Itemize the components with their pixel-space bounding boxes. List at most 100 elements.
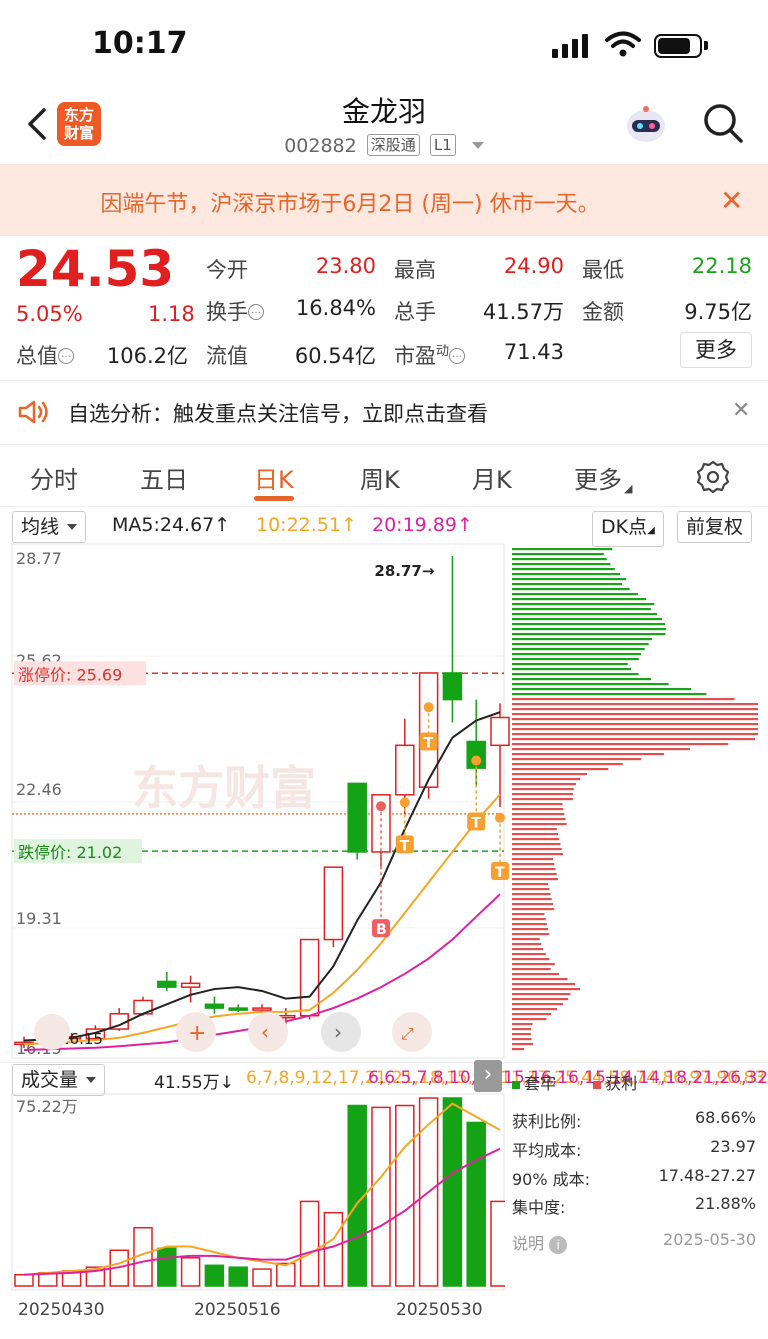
chip-bar [512,643,649,646]
battery-tip [704,41,708,50]
turnover-label: 换手… [206,296,264,326]
speaker-icon [18,400,48,424]
volume-bar [395,1104,415,1287]
chip-bar [512,938,540,941]
date-label: 20250430 [18,1300,105,1320]
tab-daily-k[interactable]: 日K [254,460,294,495]
chip-distribution-chart [512,548,758,1051]
chip-bar [512,1038,532,1041]
expand-panel-button[interactable]: › [474,1060,502,1092]
more-quote-button[interactable]: 更多 [680,332,752,368]
last-price: 24.53 [16,240,175,298]
chevron-down-icon[interactable] [471,142,484,149]
info-icon[interactable]: … [449,348,466,364]
legend-swatch-profit [593,1081,602,1089]
volume-bar [299,1200,320,1287]
corner-triangle-icon: ◢ [624,482,633,495]
legend-swatch-trapped [512,1081,520,1089]
chip-bar [512,743,729,746]
gear-icon[interactable] [694,458,732,496]
volume-bar [157,1247,177,1287]
tab-intraday[interactable]: 分时 [30,460,78,495]
chip-bar [512,1048,525,1051]
close-icon[interactable]: ✕ [732,398,750,423]
chip-bar [512,913,545,916]
chip-bar [512,548,613,551]
chip-bar [512,573,620,576]
chip-bar [512,883,549,886]
float-value: 60.54亿 [294,344,376,368]
chip-bar [512,943,542,946]
chevron-left-icon: ‹ [261,1020,269,1044]
adjust-mode-button[interactable]: 前复权 [677,511,753,543]
divider [0,380,768,381]
chip-bar [512,703,758,706]
voice-button[interactable] [34,1014,70,1050]
chip-bar [512,823,567,826]
low-value: 22.18 [691,254,752,278]
chip-bar [512,903,554,906]
high-value: 24.90 [503,254,564,278]
close-icon[interactable]: ✕ [720,184,743,217]
chip-bar [512,583,623,586]
ma10-readout: 10:22.51↑ [256,514,357,536]
ma5-readout: MA5:24.67↑ [112,514,231,536]
chip-bar [512,893,551,896]
info-icon[interactable]: … [248,304,264,320]
high-marker: 28.77→ [374,562,434,580]
avg-cost-value: 23.97 [710,1137,756,1156]
chip-bar [512,763,623,766]
chip-date: 2025-05-30 [663,1230,756,1249]
chip-bar [512,783,576,786]
chip-bar [512,698,735,701]
chip-bar [512,928,549,931]
legend-profit: 获利 [605,1074,638,1093]
stock-code: 002882 [284,135,357,157]
chip-bar [512,553,604,556]
chip-bar [512,793,573,796]
divider [0,1062,768,1063]
watermark: 东方财富 [132,761,316,815]
volume-label: 总手 [394,300,436,324]
chip-help[interactable]: 说明 i [512,1230,568,1254]
chip-bar [512,768,609,771]
battery-icon [654,34,702,58]
candle [490,716,510,747]
analysis-alert-text[interactable]: 自选分析：触发重点关注信号，立即点击查看 [68,398,488,428]
chip-bar [512,978,568,981]
chip-bar [512,998,569,1001]
chip-bar [512,953,546,956]
chip-bar [512,993,571,996]
search-icon[interactable] [700,100,746,146]
concentration-label: 集中度: [512,1198,566,1217]
chip-bar [512,878,558,881]
mcap-value: 106.2亿 [106,344,188,368]
chip-bar [512,1003,564,1006]
info-icon[interactable]: … [58,348,74,364]
cellular-signal-icon [552,34,588,58]
tab-weekly-k[interactable]: 周K [360,460,400,495]
level-tag: L1 [429,134,456,156]
amount-label: 金额 [582,300,624,324]
candle [228,1007,248,1011]
plus-icon: + [188,1021,206,1046]
chevron-down-icon [67,524,78,530]
t-signal-label: T [400,838,410,854]
chip-bar [512,663,628,666]
date-label: 20250516 [194,1300,281,1320]
robot-icon[interactable] [624,104,668,144]
chip-bar [512,838,560,841]
indicator-select[interactable]: 均线 [12,511,87,543]
chip-bar [512,653,642,656]
tab-five-day[interactable]: 五日 [140,460,188,495]
volume-y-max: 75.22万 [16,1097,78,1116]
info-icon: i [549,1236,568,1254]
volume-bar [228,1266,248,1287]
tab-more[interactable]: 更多 ◢ [574,460,632,495]
tab-monthly-k[interactable]: 月K [472,460,512,495]
signal-dot [423,702,434,713]
chip-bar [512,828,557,831]
chip-bar [512,968,551,971]
signal-dot [376,801,386,812]
divider [0,444,768,445]
